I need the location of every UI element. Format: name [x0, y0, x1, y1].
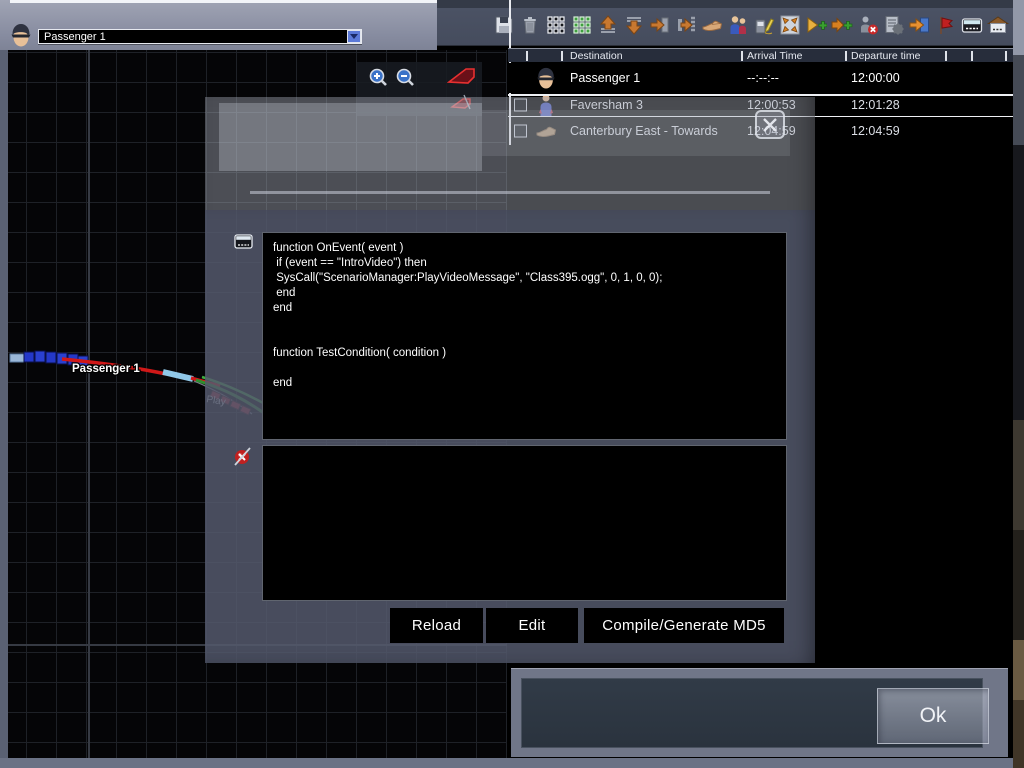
fuel-pump-edit-icon[interactable]	[753, 14, 775, 36]
sign-in-arrow-icon[interactable]	[909, 14, 931, 36]
ok-label: Ok	[920, 704, 947, 728]
arrow-up-tray-icon[interactable]	[597, 14, 619, 36]
play-add-icon[interactable]	[805, 14, 827, 36]
close-button[interactable]	[755, 110, 785, 139]
hand-pointer-icon[interactable]	[701, 14, 723, 36]
passengers-icon[interactable]	[727, 14, 749, 36]
compile-button[interactable]: Compile/Generate MD5	[584, 608, 784, 643]
close-icon	[761, 116, 779, 134]
scenario-editor-screen: Passenger 1 Play Passenger 1 Destination	[0, 0, 1024, 768]
timetable-header: Destination Arrival Time Departure time	[508, 48, 1013, 62]
dialog-divider	[250, 191, 770, 194]
script-code[interactable]: function OnEvent( event ) if (event == "…	[263, 233, 786, 391]
script-gear-icon[interactable]	[883, 14, 905, 36]
driver-avatar-icon	[9, 21, 33, 49]
console-icon	[234, 233, 253, 251]
edit-button[interactable]: Edit	[486, 608, 578, 643]
cell-dep: 12:04:59	[851, 124, 900, 138]
save-icon[interactable]	[493, 14, 515, 36]
ok-button[interactable]: Ok	[877, 688, 989, 744]
red-marker-icon[interactable]	[447, 66, 476, 86]
cell-arr: --:--:--	[747, 71, 779, 85]
chevron-down-icon[interactable]	[347, 30, 361, 43]
edit-label: Edit	[518, 617, 545, 634]
timetable-row[interactable]: Passenger 1 --:--:-- 12:00:00	[508, 63, 1013, 93]
arrow-add-icon[interactable]	[831, 14, 853, 36]
arrow-into-box-icon[interactable]	[649, 14, 671, 36]
arrow-down-tray-icon[interactable]	[623, 14, 645, 36]
row-separator	[508, 94, 1013, 96]
reload-label: Reload	[412, 617, 461, 634]
col-departure: Departure time	[851, 50, 920, 62]
person-delete-icon[interactable]	[857, 14, 879, 36]
consist-label: Passenger 1	[72, 363, 140, 375]
left-edge-strip	[0, 50, 8, 768]
world-view-sliver	[1013, 0, 1024, 768]
driver-select[interactable]: Passenger 1	[38, 29, 362, 44]
track-highlight	[163, 372, 193, 379]
bottom-edge-strip	[0, 758, 1024, 768]
cell-dest: Passenger 1	[570, 71, 640, 85]
error-cross-icon	[232, 446, 253, 467]
cell-dep: 12:00:00	[851, 71, 900, 85]
reload-button[interactable]: Reload	[390, 608, 483, 643]
zoom-in-icon[interactable]	[368, 67, 390, 89]
trash-icon[interactable]	[519, 14, 541, 36]
flag-icon[interactable]	[935, 14, 957, 36]
toolbar	[493, 14, 1009, 36]
depot-shed-icon[interactable]	[987, 14, 1009, 36]
cell-dep: 12:01:28	[851, 98, 900, 112]
driver-select-value: Passenger 1	[39, 31, 347, 43]
collapse-arrows-icon[interactable]	[779, 14, 801, 36]
grid-green-icon[interactable]	[571, 14, 593, 36]
col-destination: Destination	[570, 50, 623, 62]
dialog-header-band	[219, 103, 482, 171]
grid-white-icon[interactable]	[545, 14, 567, 36]
driver-icon	[535, 65, 557, 91]
zoom-out-icon[interactable]	[395, 67, 417, 89]
script-output-box[interactable]	[262, 445, 787, 601]
script-code-box[interactable]: function OnEvent( event ) if (event == "…	[262, 232, 787, 440]
col-arrival: Arrival Time	[747, 50, 802, 62]
compile-label: Compile/Generate MD5	[602, 617, 766, 634]
divider	[10, 0, 437, 3]
arrow-out-box-icon[interactable]	[675, 14, 697, 36]
console-window-icon[interactable]	[961, 14, 983, 36]
dialog-header-band	[482, 110, 790, 156]
